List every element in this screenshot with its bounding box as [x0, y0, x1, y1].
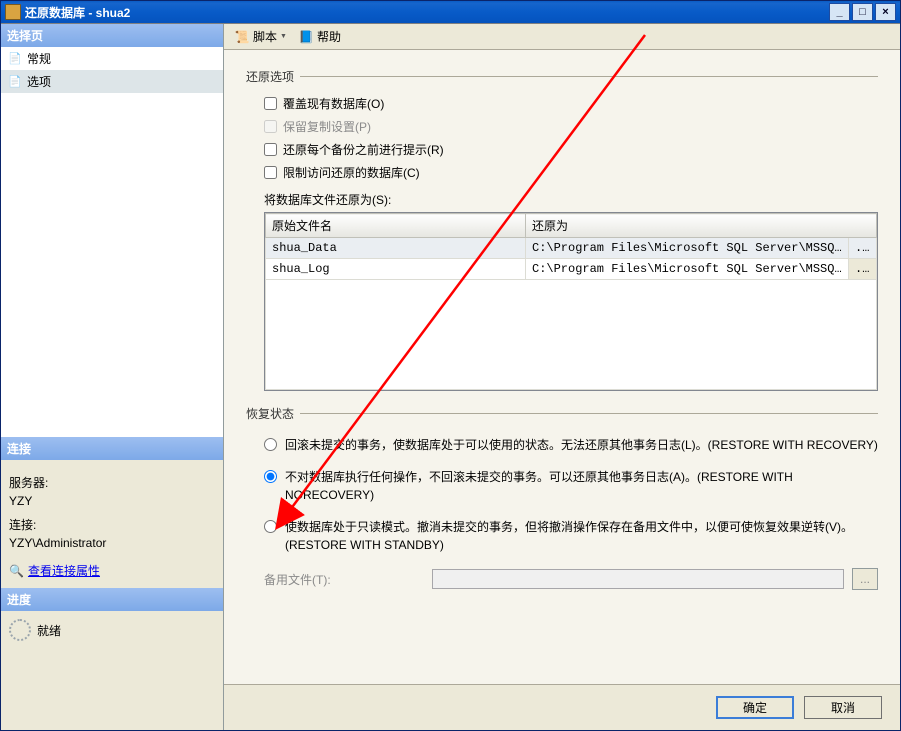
standby-file-browse-button[interactable]: ... [852, 568, 878, 590]
preserve-replication-label: 保留复制设置(P) [283, 118, 371, 135]
page-icon: 📄 [7, 74, 23, 90]
col-restore-as[interactable]: 还原为 [526, 214, 877, 238]
restrict-access-checkbox[interactable] [264, 166, 277, 179]
prompt-before-checkbox[interactable] [264, 143, 277, 156]
overwrite-checkbox[interactable] [264, 97, 277, 110]
maximize-button[interactable]: □ [852, 3, 873, 21]
titlebar: 还原数据库 - shua2 _ □ × [1, 1, 900, 23]
dropdown-icon: ▼ [280, 33, 286, 40]
help-icon: 📘 [298, 29, 314, 45]
restore-options-header: 还原选项 [246, 68, 294, 85]
browse-path-button[interactable]: ... [848, 259, 876, 280]
col-original[interactable]: 原始文件名 [266, 214, 526, 238]
browse-path-button[interactable]: ... [848, 238, 876, 259]
view-connection-props-link[interactable]: 查看连接属性 [28, 562, 100, 580]
standby-file-input [432, 569, 844, 589]
connection-value: YZY\Administrator [9, 534, 215, 552]
table-row[interactable]: shua_Log C:\Program Files\Microsoft SQL … [266, 259, 877, 280]
preserve-replication-checkbox [264, 120, 277, 133]
cell-restore: C:\Program Files\Microsoft SQL Server\MS… [526, 259, 849, 280]
server-value: YZY [9, 492, 215, 510]
nav-label: 常规 [27, 50, 51, 67]
standby-file-label: 备用文件(T): [264, 571, 424, 588]
divider [300, 413, 878, 414]
cell-original: shua_Log [266, 259, 526, 280]
window-title: 还原数据库 - shua2 [25, 4, 829, 21]
nav-label: 选项 [27, 73, 51, 90]
minimize-button[interactable]: _ [829, 3, 850, 21]
norecovery-radio[interactable] [264, 470, 277, 483]
connection-header: 连接 [1, 437, 223, 460]
server-label: 服务器: [9, 474, 215, 492]
toolbar: 📜 脚本 ▼ 📘 帮助 [224, 24, 900, 50]
connection-props-icon: 🔍 [9, 562, 24, 580]
script-label: 脚本 [253, 28, 277, 45]
overwrite-label: 覆盖现有数据库(O) [283, 95, 384, 112]
restore-as-label: 将数据库文件还原为(S): [264, 191, 878, 208]
progress-header: 进度 [1, 588, 223, 611]
progress-spinner-icon [9, 619, 31, 641]
cancel-button[interactable]: 取消 [804, 696, 882, 719]
help-button[interactable]: 📘 帮助 [294, 26, 345, 47]
nav-options[interactable]: 📄 选项 [1, 70, 223, 93]
select-page-header: 选择页 [1, 24, 223, 47]
restore-files-grid[interactable]: 原始文件名 还原为 shua_Data C:\Program Files\Mic… [264, 212, 878, 391]
prompt-before-label: 还原每个备份之前进行提示(R) [283, 141, 444, 158]
help-label: 帮助 [317, 28, 341, 45]
cell-restore: C:\Program Files\Microsoft SQL Server\MS… [526, 238, 849, 259]
recovery-radio[interactable] [264, 438, 277, 451]
progress-status: 就绪 [37, 622, 61, 639]
standby-radio[interactable] [264, 520, 277, 533]
recovery-label: 回滚未提交的事务，使数据库处于可以使用的状态。无法还原其他事务日志(L)。(RE… [285, 436, 878, 454]
table-row[interactable]: shua_Data C:\Program Files\Microsoft SQL… [266, 238, 877, 259]
restrict-access-label: 限制访问还原的数据库(C) [283, 164, 420, 181]
script-button[interactable]: 📜 脚本 ▼ [230, 26, 290, 47]
app-icon [5, 4, 21, 20]
page-icon: 📄 [7, 51, 23, 67]
recovery-state-header: 恢复状态 [246, 405, 294, 422]
norecovery-label: 不对数据库执行任何操作，不回滚未提交的事务。可以还原其他事务日志(A)。(RES… [285, 468, 878, 504]
divider [300, 76, 878, 77]
nav-general[interactable]: 📄 常规 [1, 47, 223, 70]
script-icon: 📜 [234, 29, 250, 45]
connection-label: 连接: [9, 516, 215, 534]
cell-original: shua_Data [266, 238, 526, 259]
grid-empty [266, 280, 877, 390]
ok-button[interactable]: 确定 [716, 696, 794, 719]
close-button[interactable]: × [875, 3, 896, 21]
standby-label: 使数据库处于只读模式。撤消未提交的事务，但将撤消操作保存在备用文件中，以便可使恢… [285, 518, 878, 554]
